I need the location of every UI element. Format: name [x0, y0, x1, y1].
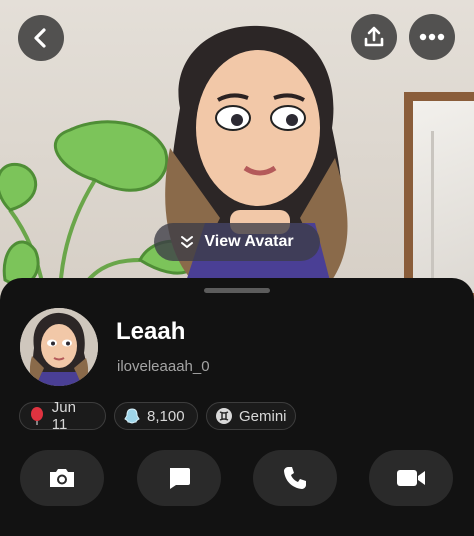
username: iloveleaaah_0	[117, 358, 210, 375]
chat-icon	[170, 468, 190, 489]
phone-icon	[284, 467, 306, 489]
chevron-left-icon	[34, 28, 46, 48]
scene-picture-frame	[404, 92, 474, 300]
profile-avatar[interactable]	[20, 308, 98, 386]
sheet-grabber[interactable]	[204, 288, 270, 293]
camera-button[interactable]	[20, 450, 104, 506]
zodiac-label: Gemini	[239, 407, 287, 425]
double-chevron-down-icon	[181, 236, 194, 248]
chat-button[interactable]	[137, 450, 221, 506]
back-button[interactable]	[18, 15, 64, 61]
more-options-button[interactable]	[409, 14, 455, 60]
balloon-icon	[28, 407, 46, 425]
ghost-score-icon	[123, 407, 141, 425]
zodiac-chip[interactable]: Gemini	[206, 402, 296, 430]
more-icon	[419, 33, 445, 41]
video-button[interactable]	[369, 450, 453, 506]
profile-screen: View Avatar Leaah iloveleaaah_0 Jun 11 8…	[0, 0, 474, 536]
view-avatar-label: View Avatar	[204, 233, 294, 250]
snap-score-chip[interactable]: 8,100	[114, 402, 198, 430]
share-button[interactable]	[351, 14, 397, 60]
gemini-icon	[215, 407, 233, 425]
camera-icon	[50, 469, 74, 487]
birthday-chip[interactable]: Jun 11	[19, 399, 106, 433]
video-icon	[397, 470, 425, 486]
avatar-thumbnail	[20, 308, 98, 386]
display-name: Leaah	[116, 318, 186, 345]
avatar-scene: View Avatar	[0, 0, 474, 300]
profile-sheet: Leaah iloveleaaah_0 Jun 11 8,100 Gemini	[0, 278, 474, 536]
view-avatar-button[interactable]: View Avatar	[154, 223, 320, 261]
share-icon	[364, 26, 384, 47]
call-button[interactable]	[253, 450, 337, 506]
birthday-label: Jun 11	[51, 399, 76, 433]
snap-score-label: 8,100	[147, 407, 185, 425]
